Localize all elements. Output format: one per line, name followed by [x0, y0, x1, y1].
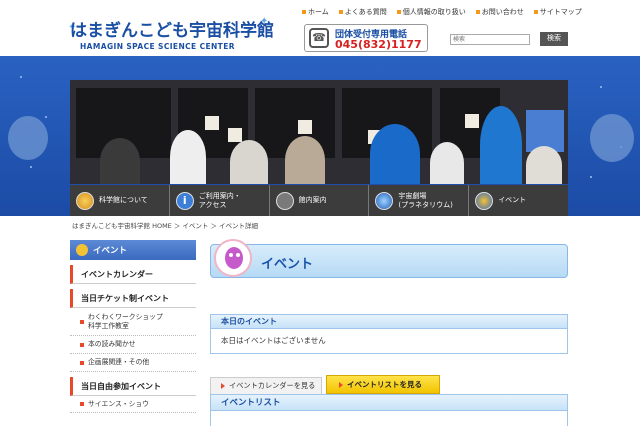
util-link-contact[interactable]: お問い合わせ	[476, 7, 524, 17]
page-heading-banner: イベント	[210, 239, 568, 278]
search-input[interactable]	[450, 34, 530, 45]
sidebar: イベント イベントカレンダー 当日チケット制イベント わくわくワークショップ 科…	[70, 240, 196, 413]
main-nav: 科学館について i ご利用案内・ アクセス 館内案内 宇宙劇場 (プラネタリウム…	[70, 185, 568, 216]
floor-map-icon	[275, 191, 294, 210]
utility-nav: ホーム よくある質問 個人情報の取り扱い お問い合わせ サイトマップ	[302, 7, 582, 17]
nav-item-planetarium[interactable]: 宇宙劇場 (プラネタリウム)	[369, 185, 470, 216]
info-icon: i	[175, 191, 194, 210]
nav-item-event[interactable]: イベント	[469, 185, 568, 216]
util-link-privacy[interactable]: 個人情報の取り扱い	[397, 7, 466, 17]
page-title: イベント	[261, 257, 314, 272]
logo-english: HAMAGIN SPACE SCIENCE CENTER	[80, 42, 235, 51]
arrow-icon	[221, 383, 225, 389]
nav-item-guide[interactable]: i ご利用案内・ アクセス	[170, 185, 270, 216]
event-icon	[475, 191, 494, 210]
phone-icon: ☎	[309, 28, 329, 48]
tab-label: イベントリストを見る	[347, 380, 422, 389]
site-logo[interactable]: はまぎんこども宇宙科学館 HAMAGIN SPACE SCIENCE CENTE…	[70, 16, 274, 51]
tab-event-calendar[interactable]: イベントカレンダーを見る	[210, 377, 322, 394]
nav-label: 宇宙劇場 (プラネタリウム)	[398, 191, 453, 209]
nav-item-about[interactable]: 科学館について	[70, 185, 170, 216]
event-list-heading: イベントリスト	[211, 395, 567, 411]
sidebar-item-workshop[interactable]: わくわくワークショップ 科学工作教室	[70, 308, 196, 336]
tab-event-list[interactable]: イベントリストを見る	[326, 375, 440, 394]
planetarium-icon	[375, 191, 394, 210]
today-events-box: 本日のイベント 本日はイベントはございません	[210, 314, 568, 354]
nav-label: 科学館について	[99, 196, 148, 204]
util-link-sitemap[interactable]: サイトマップ	[534, 7, 582, 17]
logo-japanese: はまぎんこども宇宙科学館	[70, 21, 274, 41]
search-button[interactable]: 検索	[540, 32, 568, 46]
nav-label: 館内案内	[298, 196, 327, 204]
sidebar-title: イベント	[70, 240, 196, 260]
sidebar-item-calendar[interactable]: イベントカレンダー	[70, 265, 196, 284]
sidebar-item-science-show[interactable]: サイエンス・ショウ	[70, 396, 196, 413]
sidebar-item-exhibition[interactable]: 企画展関連・その他	[70, 354, 196, 372]
tel-number: 045(832)1177	[335, 38, 422, 51]
robot-mascot-right	[590, 114, 634, 162]
breadcrumb[interactable]: はまぎんこども宇宙科学館 HOME ＞ イベント ＞ イベント詳細	[72, 220, 258, 230]
group-phone-banner: ☎ 団体受付専用電話 045(832)1177	[304, 24, 428, 52]
sidebar-item-free-events[interactable]: 当日自由参加イベント	[70, 377, 196, 396]
tab-label: イベントカレンダーを見る	[229, 381, 316, 390]
today-events-heading: 本日のイベント	[211, 315, 567, 329]
util-link-faq[interactable]: よくある質問	[339, 7, 387, 17]
alien-mascot-icon	[214, 239, 252, 277]
hero-photo	[70, 80, 568, 184]
nav-label: ご利用案内・ アクセス	[198, 191, 241, 209]
sidebar-item-ticket-events[interactable]: 当日チケット制イベント	[70, 289, 196, 308]
event-icon	[76, 244, 88, 256]
nav-label: イベント	[498, 196, 527, 204]
event-list-box: イベントリスト	[210, 394, 568, 426]
robot-mascot-left	[8, 116, 48, 160]
util-link-home[interactable]: ホーム	[302, 7, 329, 17]
site-header: ✦ ✦ はまぎんこども宇宙科学館 HAMAGIN SPACE SCIENCE C…	[0, 0, 640, 56]
sidebar-item-reading[interactable]: 本の読み聞かせ	[70, 336, 196, 354]
today-events-message: 本日はイベントはございません	[221, 336, 326, 345]
planet-icon	[76, 191, 94, 210]
sidebar-title-label: イベント	[93, 246, 128, 256]
arrow-icon	[339, 381, 343, 388]
nav-item-floor[interactable]: 館内案内	[270, 185, 370, 216]
